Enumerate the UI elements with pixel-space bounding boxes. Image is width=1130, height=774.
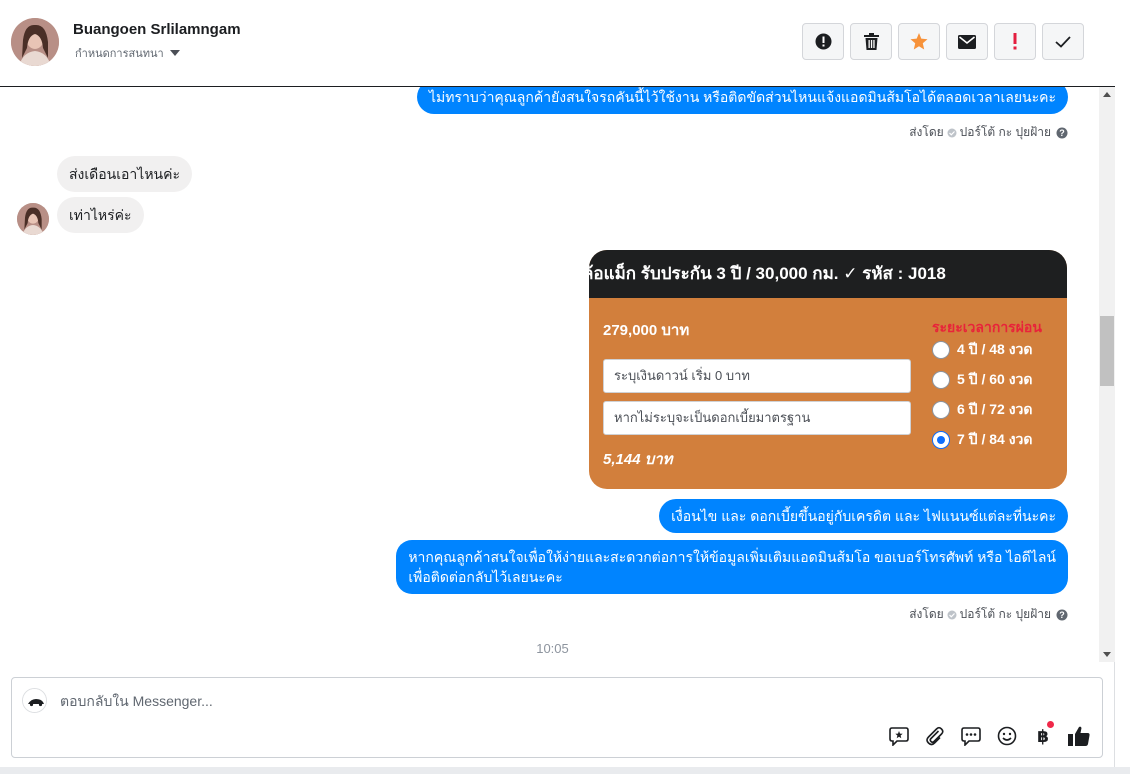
- sent-by-name[interactable]: ปอร์โต้ กะ ปุยฝ้าย: [960, 123, 1051, 142]
- reply-composer: ตอบกลับใน Messenger... ฿: [11, 677, 1103, 758]
- conversation-toolbar: [802, 23, 1084, 60]
- reply-input[interactable]: ตอบกลับใน Messenger...: [60, 691, 213, 713]
- incoming-message[interactable]: ส่งเดือนเอาไหนค่ะ: [57, 156, 193, 192]
- period-option[interactable]: 6 ปี / 72 งวด: [932, 399, 1032, 421]
- message-thread[interactable]: ไม่ทราบว่าคุณลูกค้ายังสนใจรถคันนี้ไว้ใช้…: [0, 87, 1099, 662]
- messenger-window: Buangoen Srlilamngam กำหนดการสนทนา ไม่ทร…: [0, 0, 1115, 774]
- help-icon[interactable]: ?: [1056, 609, 1068, 621]
- card-headline: ล้อแม็ก รับประกัน 3 ปี / 30,000 กม. ✓ รห…: [589, 250, 1067, 298]
- quick-reply-button[interactable]: [959, 724, 982, 747]
- sent-by-info: ส่งโดย ปอร์โต้ กะ ปุยฝ้าย ?: [909, 123, 1068, 142]
- conversation-assign-dropdown[interactable]: กำหนดการสนทนา: [75, 44, 180, 62]
- check-icon: [1055, 35, 1071, 48]
- radio-button-selected[interactable]: [932, 431, 950, 449]
- scroll-up-arrow-icon[interactable]: [1103, 92, 1111, 97]
- check-circle-icon: [947, 128, 957, 137]
- contact-name[interactable]: Buangoen Srlilamngam: [73, 21, 241, 38]
- outgoing-message[interactable]: หากคุณลูกค้าสนใจเพื่อให้ง่ายและสะดวกต่อก…: [396, 540, 1068, 594]
- incoming-message[interactable]: เท่าไหร่ค่ะ: [57, 197, 144, 233]
- composer-toolbar: ฿: [887, 721, 1090, 747]
- period-option[interactable]: 7 ปี / 84 งวด: [932, 429, 1032, 451]
- attach-button[interactable]: [923, 724, 946, 747]
- radio-button[interactable]: [932, 341, 950, 359]
- exclamation-icon: [1013, 33, 1017, 50]
- period-title: ระยะเวลาการผ่อน: [932, 319, 1042, 335]
- sent-by-name[interactable]: ปอร์โต้ กะ ปุยฝ้าย: [960, 605, 1051, 624]
- loan-calculator-card[interactable]: ล้อแม็ก รับประกัน 3 ปี / 30,000 กม. ✓ รห…: [589, 250, 1067, 489]
- svg-text:?: ?: [1059, 610, 1065, 620]
- svg-text:?: ?: [1059, 128, 1065, 138]
- chat-bubble-icon: [960, 726, 981, 746]
- saved-reply-button[interactable]: [887, 724, 910, 747]
- like-button[interactable]: [1067, 724, 1090, 747]
- page-avatar: [22, 688, 47, 713]
- alert-circle-icon: [815, 33, 831, 50]
- sent-by-info: ส่งโดย ปอร์โต้ กะ ปุยฝ้าย ?: [909, 605, 1068, 624]
- car-price: 279,000 บาท: [603, 322, 690, 339]
- scroll-thumb[interactable]: [1100, 316, 1114, 386]
- payment-button[interactable]: ฿: [1031, 721, 1054, 747]
- help-icon[interactable]: ?: [1056, 127, 1068, 139]
- bottom-strip: [0, 767, 1130, 774]
- conversation-header: Buangoen Srlilamngam กำหนดการสนทนา: [0, 0, 1115, 87]
- mark-unread-button[interactable]: [946, 23, 988, 60]
- svg-text:฿: ฿: [1037, 727, 1049, 746]
- period-option[interactable]: 5 ปี / 60 งวด: [932, 369, 1032, 391]
- outgoing-message[interactable]: ไม่ทราบว่าคุณลูกค้ายังสนใจรถคันนี้ไว้ใช้…: [416, 87, 1068, 114]
- period-option[interactable]: 4 ปี / 48 งวด: [932, 339, 1032, 361]
- notification-dot: [1047, 721, 1054, 728]
- interest-input[interactable]: หากไม่ระบุจะเป็นดอกเบี้ยมาตรฐาน: [603, 401, 911, 435]
- saved-reply-icon: [888, 726, 909, 746]
- follow-up-button[interactable]: [994, 23, 1036, 60]
- emoji-button[interactable]: [995, 724, 1018, 747]
- baht-payment-icon: ฿: [1037, 727, 1049, 746]
- mark-done-button[interactable]: [1042, 23, 1084, 60]
- contact-avatar-small: [17, 203, 49, 235]
- assign-label: กำหนดการสนทนา: [75, 48, 164, 60]
- radio-button[interactable]: [932, 371, 950, 389]
- message-scrollbar[interactable]: [1099, 87, 1115, 662]
- delete-button[interactable]: [850, 23, 892, 60]
- message-timestamp: 10:05: [536, 641, 569, 656]
- thumbs-up-icon: [1067, 726, 1090, 746]
- star-button[interactable]: [898, 23, 940, 60]
- emoji-icon: [997, 726, 1016, 745]
- monthly-payment: 5,144 บาท: [603, 451, 673, 468]
- caret-down-icon: [169, 50, 180, 56]
- envelope-icon: [958, 34, 976, 49]
- contact-avatar[interactable]: [11, 18, 59, 66]
- sent-by-label: ส่งโดย: [909, 125, 944, 139]
- radio-button[interactable]: [932, 401, 950, 419]
- spam-button[interactable]: [802, 23, 844, 60]
- down-payment-input[interactable]: ระบุเงินดาวน์ เริ่ม 0 บาท: [603, 359, 911, 393]
- sent-by-label: ส่งโดย: [909, 607, 944, 621]
- trash-icon: [863, 33, 879, 50]
- outgoing-message[interactable]: เงื่อนไข และ ดอกเบี้ยขึ้นอยู่กับเครดิต แ…: [659, 499, 1068, 533]
- attachment-icon: [925, 726, 944, 745]
- scroll-down-arrow-icon[interactable]: [1103, 652, 1111, 657]
- star-icon: [910, 33, 928, 50]
- check-circle-icon: [947, 610, 957, 619]
